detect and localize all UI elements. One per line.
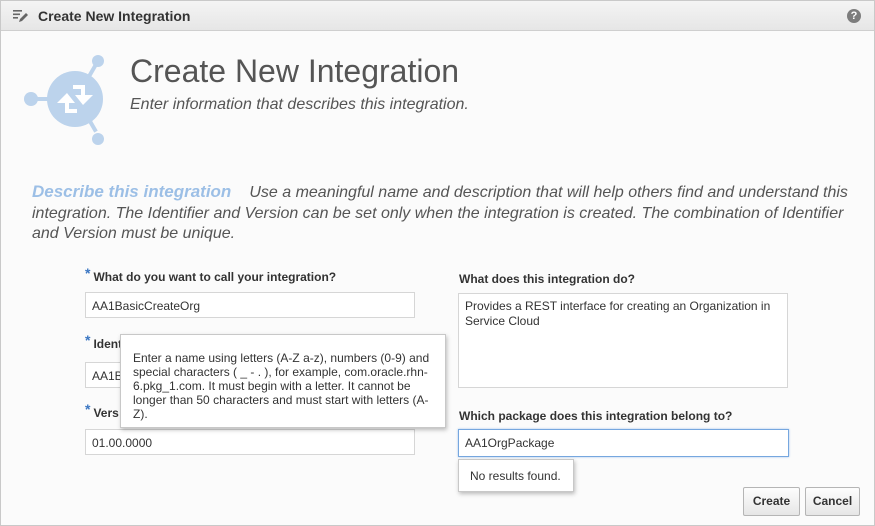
description-label: What does this integration do? <box>459 272 635 286</box>
required-marker: * <box>85 265 91 281</box>
description-textarea[interactable]: Provides a REST interface for creating a… <box>458 293 788 388</box>
describe-heading: Describe this integration <box>32 182 232 201</box>
dialog-titlebar: Create New Integration ? <box>1 1 874 31</box>
describe-section: Describe this integration Use a meaningfu… <box>32 182 852 245</box>
package-no-results-popup: No results found. <box>458 459 574 492</box>
page-subtitle: Enter information that describes this in… <box>130 96 469 113</box>
identifier-label: * Ident <box>85 332 123 351</box>
page-title: Create New Integration <box>130 53 460 89</box>
required-marker: * <box>85 332 91 348</box>
name-label: * What do you want to call your integrati… <box>85 265 337 284</box>
package-input[interactable]: AA1OrgPackage <box>458 429 789 457</box>
package-label: Which package does this integration belo… <box>459 409 733 423</box>
edit-pencil-icon <box>13 10 28 22</box>
version-field[interactable]: 01.00.0000 <box>85 429 415 455</box>
create-button[interactable]: Create <box>743 487 800 516</box>
version-label: * Vers <box>85 401 119 420</box>
name-field[interactable]: AA1BasicCreateOrg <box>85 292 415 318</box>
create-integration-dialog: Create New Integration ? Create New Inte… <box>0 0 875 526</box>
required-marker: * <box>85 401 91 417</box>
name-help-tooltip: Enter a name using letters (A-Z a-z), nu… <box>120 334 446 428</box>
help-icon[interactable]: ? <box>847 9 861 23</box>
cancel-button[interactable]: Cancel <box>805 487 860 516</box>
dialog-title: Create New Integration <box>38 8 191 24</box>
integration-icon <box>24 55 104 145</box>
